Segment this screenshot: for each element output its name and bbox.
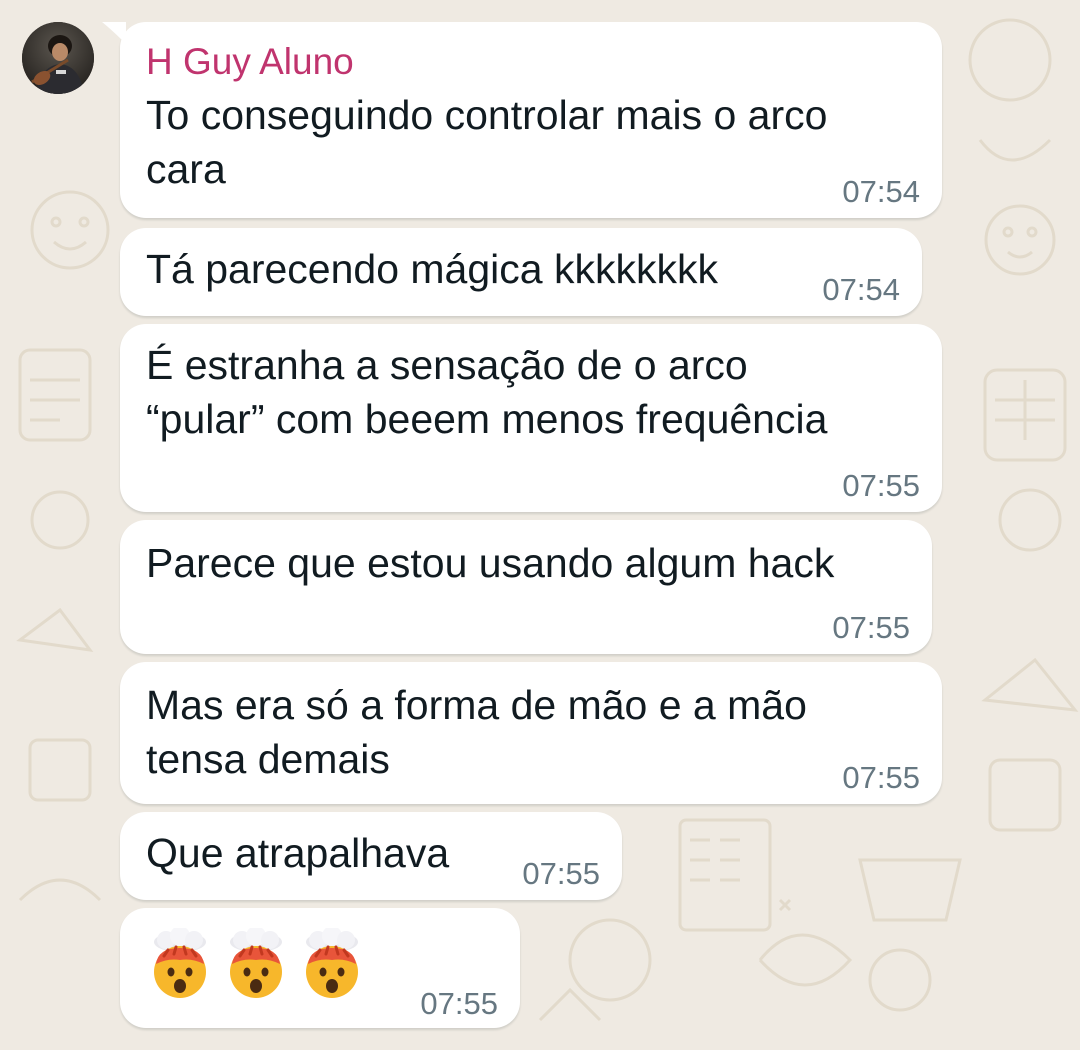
message-timestamp: 07:55 bbox=[842, 468, 920, 503]
message-timestamp: 07:55 bbox=[842, 760, 920, 795]
message-text-line: “pular” com beeem menos frequência bbox=[146, 396, 828, 442]
message-text-line: Parece que estou usando algum hack bbox=[146, 540, 835, 586]
message-bubble[interactable]: Mas era só a forma de mão e a mão tensa … bbox=[120, 662, 942, 804]
message-text-line: Mas era só a forma de mão e a mão bbox=[146, 682, 807, 728]
sender-name[interactable]: H Guy Aluno bbox=[146, 40, 354, 84]
message-bubble[interactable]: H Guy Aluno To conseguindo controlar mai… bbox=[102, 22, 942, 218]
message-text-line: Que atrapalhava bbox=[146, 830, 450, 876]
message-bubble[interactable]: Parece que estou usando algum hack 07:55 bbox=[120, 520, 932, 654]
exploding-head-emoji bbox=[230, 928, 282, 998]
message-timestamp: 07:55 bbox=[522, 856, 600, 891]
message-bubble[interactable]: Tá parecendo mágica kkkkkkkk 07:54 bbox=[120, 228, 922, 316]
message-timestamp: 07:54 bbox=[842, 174, 920, 209]
avatar[interactable] bbox=[22, 22, 94, 94]
message-text-line: Tá parecendo mágica kkkkkkkk bbox=[146, 246, 718, 292]
message-timestamp: 07:55 bbox=[420, 986, 498, 1021]
emoji-row bbox=[148, 928, 364, 1000]
message-text-line: É estranha a sensação de o arco bbox=[146, 342, 748, 388]
exploding-head-emoji bbox=[306, 928, 358, 998]
message-timestamp: 07:55 bbox=[832, 610, 910, 645]
message-bubble[interactable]: É estranha a sensação de o arco “pular” … bbox=[120, 324, 942, 512]
message-text-line: tensa demais bbox=[146, 736, 390, 782]
message-text-line: cara bbox=[146, 146, 226, 192]
message-bubble[interactable]: 07:55 bbox=[120, 908, 520, 1028]
profile-photo-icon bbox=[22, 22, 94, 94]
message-bubble[interactable]: Que atrapalhava 07:55 bbox=[120, 812, 622, 900]
bubble-tail bbox=[102, 22, 126, 44]
exploding-head-emoji bbox=[154, 928, 206, 998]
message-text-line: To conseguindo controlar mais o arco bbox=[146, 92, 828, 138]
message-timestamp: 07:54 bbox=[822, 272, 900, 307]
